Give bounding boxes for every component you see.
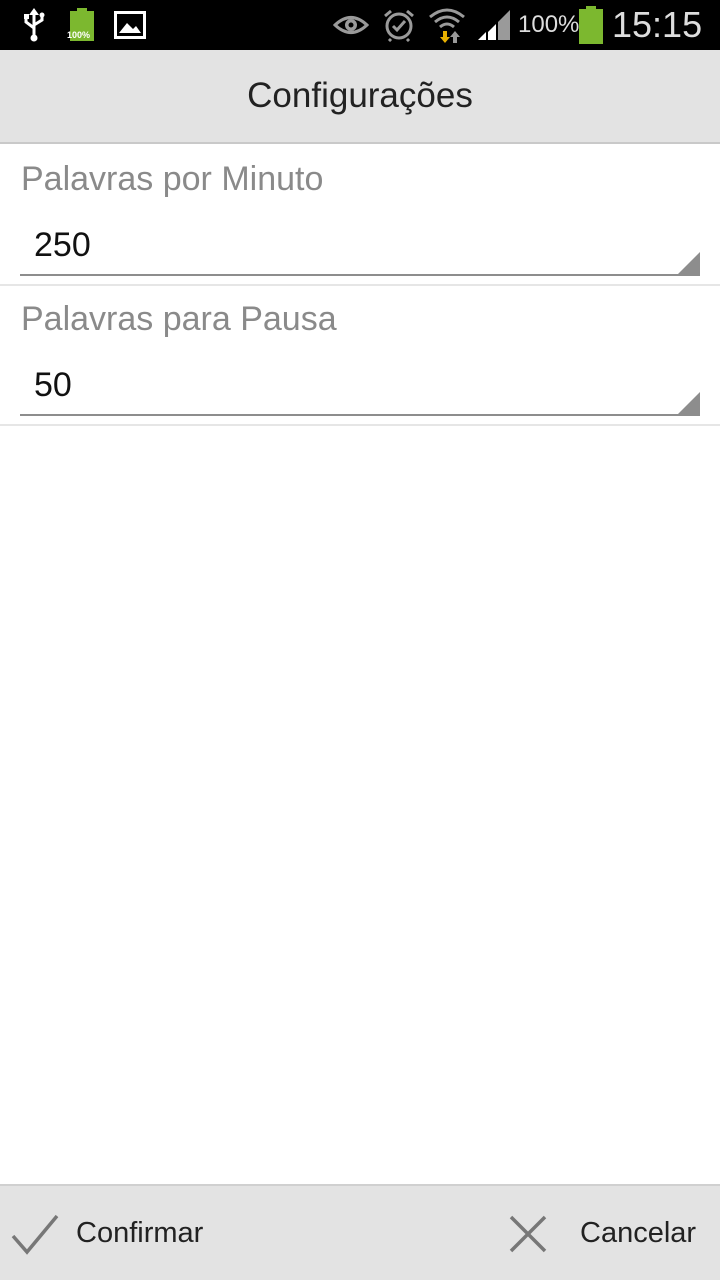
wifi-icon xyxy=(428,0,466,50)
preference-label: Palavras para Pausa xyxy=(21,300,337,338)
words-per-minute-field[interactable]: 250 xyxy=(20,218,700,276)
preference-words-per-minute[interactable]: Palavras por Minuto 250 xyxy=(0,146,720,286)
preference-value: 250 xyxy=(34,226,91,264)
close-icon xyxy=(508,1214,548,1259)
field-corner-indicator xyxy=(678,392,700,414)
confirm-label: Confirmar xyxy=(76,1217,204,1249)
alarm-icon xyxy=(382,0,416,50)
signal-icon xyxy=(476,0,512,50)
usb-icon xyxy=(20,0,48,50)
preference-value: 50 xyxy=(34,366,72,404)
action-bar: Confirmar Cancelar xyxy=(0,1184,720,1280)
cancel-label: Cancelar xyxy=(580,1217,697,1249)
check-icon xyxy=(10,1212,60,1261)
words-per-pause-field[interactable]: 50 xyxy=(20,358,700,416)
preference-label: Palavras por Minuto xyxy=(21,160,324,198)
battery-small-icon: 100% xyxy=(66,0,98,50)
status-bar: 100% 100% 15:15 xyxy=(0,0,720,50)
preference-words-per-pause[interactable]: Palavras para Pausa 50 xyxy=(0,286,720,426)
field-corner-indicator xyxy=(678,252,700,274)
title-bar: Configurações xyxy=(0,50,720,144)
battery-icon xyxy=(577,0,605,50)
cancel-button[interactable]: Cancelar xyxy=(490,1186,720,1282)
battery-small-label: 100% xyxy=(67,30,91,40)
image-icon xyxy=(113,0,147,50)
eye-icon xyxy=(333,0,369,50)
page-title: Configurações xyxy=(247,76,473,115)
clock: 15:15 xyxy=(612,4,703,45)
confirm-button[interactable]: Confirmar xyxy=(0,1186,300,1282)
battery-percent: 100% xyxy=(518,11,580,38)
